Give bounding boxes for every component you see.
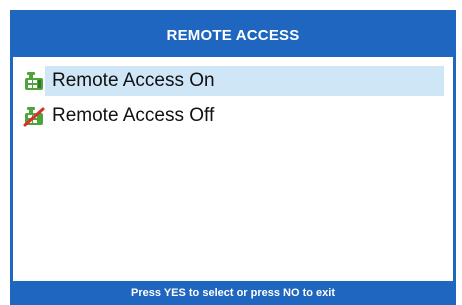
phone-on-icon bbox=[23, 70, 45, 92]
menu-item-label: Remote Access Off bbox=[52, 105, 215, 126]
menu-list: Remote Access On Remote Access Off bbox=[13, 66, 453, 136]
phone-off-icon bbox=[23, 105, 45, 127]
menu-item-remote-access-on[interactable]: Remote Access On bbox=[13, 66, 453, 96]
title-bar: REMOTE ACCESS bbox=[13, 13, 453, 57]
remote-access-screen: REMOTE ACCESS Remote Access On Remote Ac… bbox=[10, 10, 456, 305]
menu-item-remote-access-off[interactable]: Remote Access Off bbox=[13, 101, 453, 131]
screen-title: REMOTE ACCESS bbox=[166, 26, 300, 44]
footer-bar: Press YES to select or press NO to exit bbox=[13, 281, 453, 305]
footer-instruction: Press YES to select or press NO to exit bbox=[131, 287, 335, 299]
menu-item-label: Remote Access On bbox=[45, 66, 444, 96]
